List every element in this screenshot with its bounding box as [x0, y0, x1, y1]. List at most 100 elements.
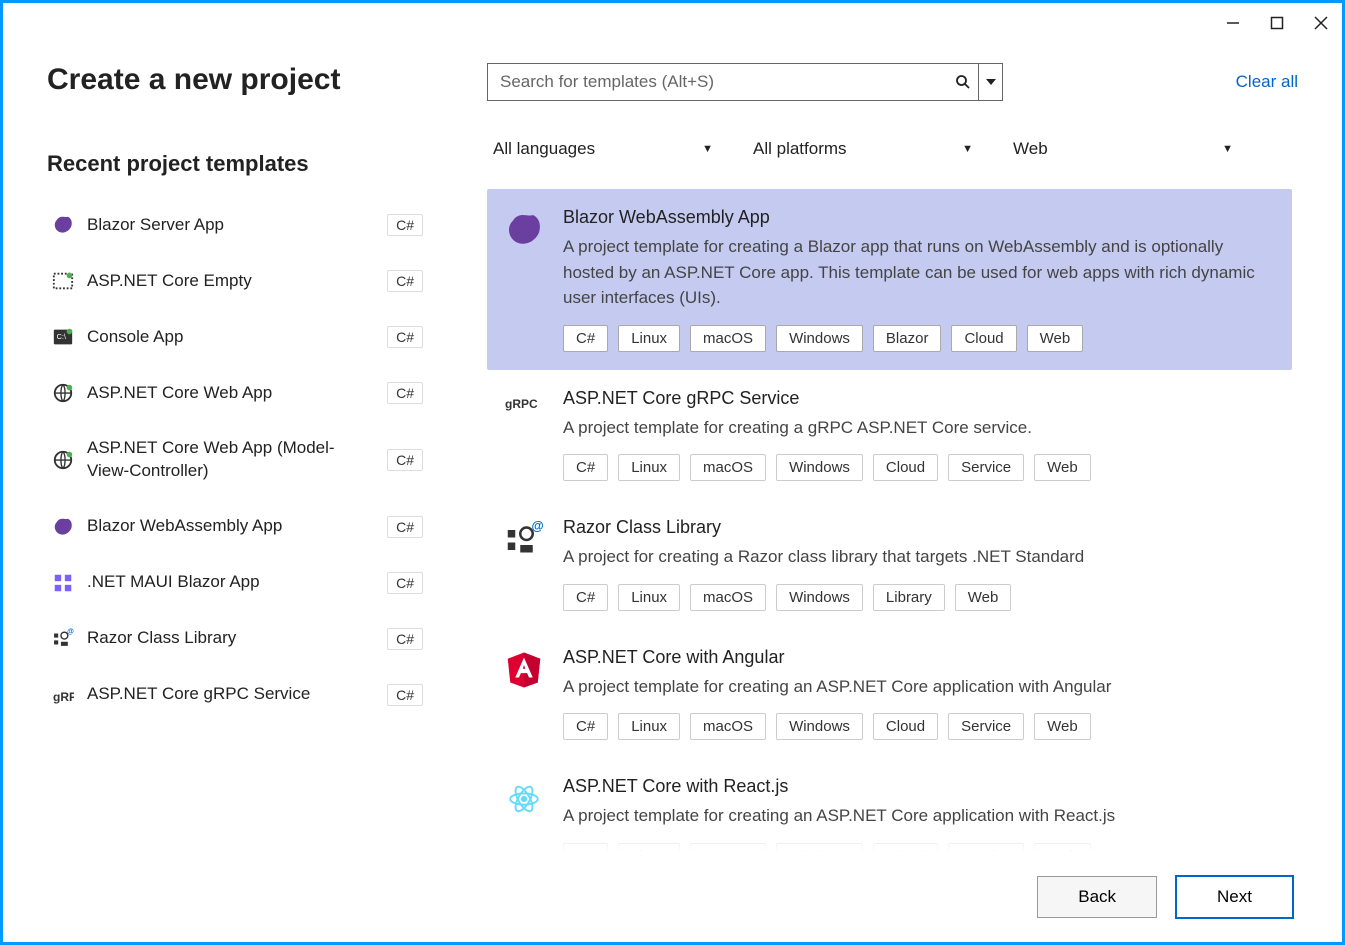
recent-item[interactable]: C:\ Console App C# [47, 317, 427, 357]
filter-language-label: All languages [493, 139, 595, 159]
chevron-down-icon: ▼ [1222, 143, 1233, 155]
recent-item[interactable]: ASP.NET Core Empty C# [47, 261, 427, 301]
svg-text:@: @ [67, 628, 74, 635]
template-tag: Web [1034, 713, 1091, 740]
recent-item-badge: C# [387, 449, 423, 471]
clear-all-link[interactable]: Clear all [1236, 72, 1298, 92]
template-tag: Blazor [873, 325, 942, 352]
titlebar [3, 3, 1342, 43]
recent-item[interactable]: Blazor WebAssembly App C# [47, 507, 427, 547]
search-templates [487, 63, 1003, 101]
template-tag: Linux [618, 713, 680, 740]
chevron-down-icon: ▼ [962, 143, 973, 155]
chevron-down-icon: ▼ [702, 143, 713, 155]
template-description: A project template for creating an ASP.N… [563, 803, 1272, 829]
template-description: A project for creating a Razor class lib… [563, 544, 1272, 570]
svg-text:C:\: C:\ [57, 332, 67, 341]
template-tag: Windows [776, 584, 863, 611]
template-item[interactable]: gRPC ASP.NET Core gRPC Service A project… [487, 370, 1292, 500]
recent-item-label: Console App [87, 326, 375, 349]
recent-item-label: Razor Class Library [87, 627, 375, 650]
template-tag: Linux [618, 454, 680, 481]
svg-text:gRPC: gRPC [53, 690, 74, 704]
template-tag: Service [948, 454, 1024, 481]
template-description: A project template for creating a Blazor… [563, 234, 1272, 311]
template-tag: macOS [690, 584, 766, 611]
template-tag: macOS [690, 843, 766, 853]
template-tag: Windows [776, 454, 863, 481]
template-title: Blazor WebAssembly App [563, 207, 1272, 228]
recent-item-badge: C# [387, 684, 423, 706]
template-tags: C#LinuxmacOSWindowsCloudServiceWeb [563, 713, 1272, 740]
template-tag: Windows [776, 325, 863, 352]
recent-item[interactable]: ASP.NET Core Web App C# [47, 373, 427, 413]
maximize-button[interactable] [1268, 14, 1286, 32]
maui-icon [51, 571, 75, 595]
aspnet-mvc-icon [51, 448, 75, 472]
template-tag: Cloud [873, 454, 938, 481]
search-input[interactable] [488, 64, 948, 100]
template-title: ASP.NET Core gRPC Service [563, 388, 1272, 409]
template-tags: C# Linux macOS Windows Cloud Service Web [563, 454, 1272, 481]
filter-language[interactable]: All languages ▼ [487, 133, 717, 165]
recent-item-badge: C# [387, 516, 423, 538]
template-list[interactable]: Blazor WebAssembly App A project templat… [487, 189, 1298, 852]
back-button[interactable]: Back [1037, 876, 1157, 918]
recent-item-badge: C# [387, 270, 423, 292]
aspnet-web-icon [51, 381, 75, 405]
filter-type-label: Web [1013, 139, 1048, 159]
template-tag: Cloud [873, 843, 938, 853]
recent-item[interactable]: ASP.NET Core Web App (Model-View-Control… [47, 429, 427, 491]
recent-item-label: ASP.NET Core Web App [87, 382, 375, 405]
template-tag: Web [955, 584, 1012, 611]
template-tag: Cloud [951, 325, 1016, 352]
footer: Back Next [3, 852, 1342, 942]
aspnet-empty-icon [51, 269, 75, 293]
recent-item-label: ASP.NET Core Web App (Model-View-Control… [87, 437, 375, 483]
close-button[interactable] [1312, 14, 1330, 32]
template-tag: C# [563, 584, 608, 611]
recent-item-label: ASP.NET Core gRPC Service [87, 683, 375, 706]
recent-item[interactable]: gRPC ASP.NET Core gRPC Service C# [47, 675, 427, 715]
template-tag: C# [563, 454, 608, 481]
template-tag: Linux [618, 584, 680, 611]
template-item[interactable]: ASP.NET Core with React.js A project tem… [487, 758, 1292, 852]
template-tag: Web [1034, 454, 1091, 481]
react-icon [503, 778, 545, 820]
svg-text:gRPC: gRPC [505, 397, 538, 411]
template-tag: C# [563, 325, 608, 352]
template-item[interactable]: ASP.NET Core with Angular A project temp… [487, 629, 1292, 759]
angular-icon [503, 649, 545, 691]
console-icon: C:\ [51, 325, 75, 349]
recent-item-badge: C# [387, 572, 423, 594]
filter-type[interactable]: Web ▼ [1007, 133, 1237, 165]
template-tag: Windows [776, 843, 863, 853]
recent-item[interactable]: Blazor Server App C# [47, 205, 427, 245]
template-tag: macOS [690, 454, 766, 481]
filter-platform[interactable]: All platforms▼ [747, 133, 977, 165]
template-tag: C# [563, 713, 608, 740]
template-tags: C#LinuxmacOSWindowsBlazorCloudWeb [563, 325, 1272, 352]
recent-item-label: Blazor WebAssembly App [87, 515, 375, 538]
template-tags: C# Linux macOS Windows Library Web [563, 584, 1272, 611]
next-button[interactable]: Next [1175, 875, 1294, 919]
template-tag: Windows [776, 713, 863, 740]
minimize-button[interactable] [1224, 14, 1242, 32]
template-item[interactable]: Blazor WebAssembly App A project templat… [487, 189, 1292, 370]
recent-item-label: .NET MAUI Blazor App [87, 571, 375, 594]
template-tag: Web [1034, 843, 1091, 853]
template-tag: Linux [618, 843, 680, 853]
template-title: ASP.NET Core with React.js [563, 776, 1272, 797]
search-dropdown[interactable] [978, 64, 1002, 100]
recent-item[interactable]: .NET MAUI Blazor App C# [47, 563, 427, 603]
razor-icon: @ [51, 627, 75, 651]
template-item[interactable]: @ Razor Class Library A project for crea… [487, 499, 1292, 629]
template-tag: Library [873, 584, 945, 611]
recent-item-badge: C# [387, 326, 423, 348]
search-icon[interactable] [948, 64, 978, 100]
recent-item[interactable]: @ Razor Class Library C# [47, 619, 427, 659]
template-description: A project template for creating a gRPC A… [563, 415, 1272, 441]
template-title: ASP.NET Core with Angular [563, 647, 1272, 668]
recent-templates-heading: Recent project templates [47, 151, 427, 177]
template-tag: Cloud [873, 713, 938, 740]
